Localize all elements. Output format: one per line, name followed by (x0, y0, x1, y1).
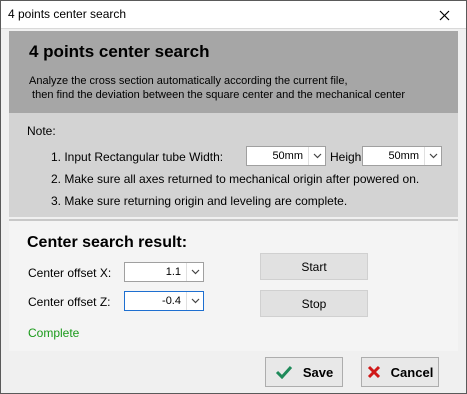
offset-x-field[interactable]: 1.1 (124, 262, 204, 282)
offset-z-value: -0.4 (162, 295, 181, 307)
result-title: Center search result: (27, 234, 188, 251)
result-panel: Center search result: Center offset X: 1… (9, 219, 458, 351)
cancel-button[interactable]: Cancel (361, 357, 439, 387)
chevron-down-icon (191, 269, 199, 275)
close-button[interactable] (422, 1, 466, 29)
height-dropdown-arrow[interactable] (424, 147, 441, 165)
chevron-down-icon (191, 298, 199, 304)
header-panel: 4 points center search Analyze the cross… (9, 31, 458, 113)
offset-x-value: 1.1 (165, 266, 181, 278)
offset-x-label: Center offset X: (28, 266, 112, 280)
title-bar: 4 points center search (1, 1, 466, 29)
offset-x-dropdown-arrow[interactable] (186, 263, 203, 281)
note-item-1: 1. Input Rectangular tube Width: (51, 150, 224, 164)
check-icon (275, 365, 292, 379)
x-icon (367, 365, 380, 379)
status-text: Complete (28, 326, 80, 340)
offset-z-label: Center offset Z: (28, 295, 111, 309)
offset-z-field[interactable]: -0.4 (124, 291, 204, 311)
width-select[interactable]: 50mm (246, 146, 326, 166)
dialog-window: 4 points center search 4 points center s… (0, 0, 467, 394)
width-dropdown-arrow[interactable] (308, 147, 325, 165)
start-button[interactable]: Start (260, 253, 368, 280)
save-button[interactable]: Save (265, 357, 343, 387)
note-label: Note: (27, 124, 56, 138)
chevron-down-icon (313, 153, 321, 159)
save-label: Save (302, 364, 334, 380)
header-description: Analyze the cross section automatically … (29, 75, 406, 101)
height-value: 50mm (388, 150, 419, 162)
close-icon (439, 10, 449, 20)
offset-z-dropdown-arrow[interactable] (186, 292, 203, 310)
stop-button[interactable]: Stop (260, 290, 368, 317)
notes-panel: Note: 1. Input Rectangular tube Width: 5… (9, 113, 458, 217)
note-item-2: 2. Make sure all axes returned to mechan… (51, 172, 420, 186)
header-title: 4 points center search (29, 42, 210, 61)
width-value: 50mm (272, 150, 303, 162)
height-label: Heigh (330, 150, 362, 164)
note-item-3: 3. Make sure returning origin and leveli… (51, 194, 348, 208)
chevron-down-icon (429, 153, 437, 159)
window-title: 4 points center search (8, 7, 127, 21)
cancel-label: Cancel (390, 364, 434, 380)
footer-bar: Save Cancel (1, 351, 466, 393)
height-select[interactable]: 50mm (362, 146, 442, 166)
